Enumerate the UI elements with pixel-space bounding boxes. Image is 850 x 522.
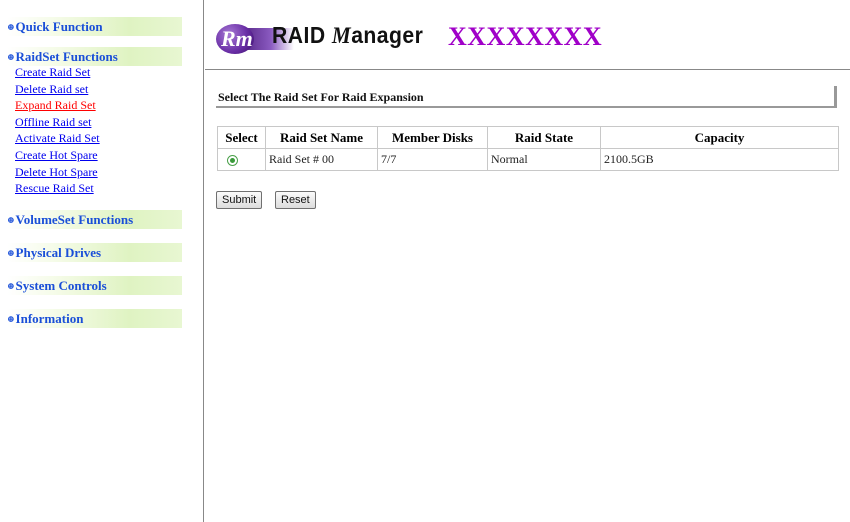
raid-set-name-cell: Raid Set # 00 xyxy=(265,148,378,171)
link-rescue-raid-set[interactable]: Rescue Raid Set xyxy=(15,180,203,197)
logo-text: RAID Manager xyxy=(272,22,423,49)
main-content: Select The Raid Set For Raid Expansion S… xyxy=(205,71,850,522)
col-header-capacity: Capacity xyxy=(600,126,839,149)
section-label: Information xyxy=(15,310,84,326)
section-label: Physical Drives xyxy=(15,244,102,260)
section-label: VolumeSet Functions xyxy=(15,211,134,227)
capacity-cell: 2100.5GB xyxy=(600,148,839,171)
link-offline-raid-set[interactable]: Offline Raid set xyxy=(15,114,203,131)
section-label: RaidSet Functions xyxy=(15,49,118,64)
expand-bullet-icon: ⊕ xyxy=(7,313,15,324)
expand-bullet-icon: ⊕ xyxy=(7,280,15,291)
expand-bullet-icon: ⊕ xyxy=(7,22,15,32)
link-delete-raid-set[interactable]: Delete Raid set xyxy=(15,81,203,98)
submit-button[interactable]: Submit xyxy=(216,191,263,209)
reset-button[interactable]: Reset xyxy=(275,191,316,209)
table-row: Raid Set # 00 7/7 Normal 2100.5GB xyxy=(217,148,839,171)
section-label: Quick Function xyxy=(15,19,103,34)
section-label: System Controls xyxy=(15,277,107,293)
expand-bullet-icon: ⊕ xyxy=(7,214,15,225)
logo-text-prefix: RAID xyxy=(272,22,332,48)
logo-badge-icon: Rm xyxy=(216,24,254,54)
link-expand-raid-set[interactable]: Expand Raid Set xyxy=(15,97,203,114)
col-header-select: Select xyxy=(217,126,266,149)
logo-text-m: M xyxy=(331,23,352,48)
page-heading: Select The Raid Set For Raid Expansion xyxy=(216,86,837,108)
section-volumeset-functions[interactable]: ⊕VolumeSet Functions xyxy=(7,209,182,229)
section-physical-drives[interactable]: ⊕Physical Drives xyxy=(7,242,182,262)
logo-badge-text: Rm xyxy=(221,26,253,51)
link-delete-hot-spare[interactable]: Delete Hot Spare xyxy=(15,164,203,181)
logo-text-suffix: anager xyxy=(351,22,424,48)
col-header-raid-set-name: Raid Set Name xyxy=(265,126,378,149)
link-create-raid-set[interactable]: Create Raid Set xyxy=(15,64,203,81)
section-information[interactable]: ⊕Information xyxy=(7,308,182,328)
raid-set-table: Select Raid Set Name Member Disks Raid S… xyxy=(217,126,839,171)
model-name: XXXXXXXX xyxy=(448,22,603,51)
raid-state-cell: Normal xyxy=(487,148,601,171)
col-header-member-disks: Member Disks xyxy=(377,126,488,149)
expand-bullet-icon: ⊕ xyxy=(7,52,15,62)
sidebar: ⊕Quick Function ⊕RaidSet Functions Creat… xyxy=(0,0,204,522)
table-header-row: Select Raid Set Name Member Disks Raid S… xyxy=(217,126,839,149)
link-create-hot-spare[interactable]: Create Hot Spare xyxy=(15,147,203,164)
section-system-controls[interactable]: ⊕System Controls xyxy=(7,275,182,295)
raid-set-radio[interactable] xyxy=(227,154,238,166)
expand-bullet-icon: ⊕ xyxy=(7,247,15,258)
member-disks-cell: 7/7 xyxy=(377,148,488,171)
section-quick-function[interactable]: ⊕Quick Function xyxy=(7,17,182,36)
select-cell xyxy=(217,148,266,171)
link-activate-raid-set[interactable]: Activate Raid Set xyxy=(15,130,203,147)
col-header-raid-state: Raid State xyxy=(487,126,601,149)
